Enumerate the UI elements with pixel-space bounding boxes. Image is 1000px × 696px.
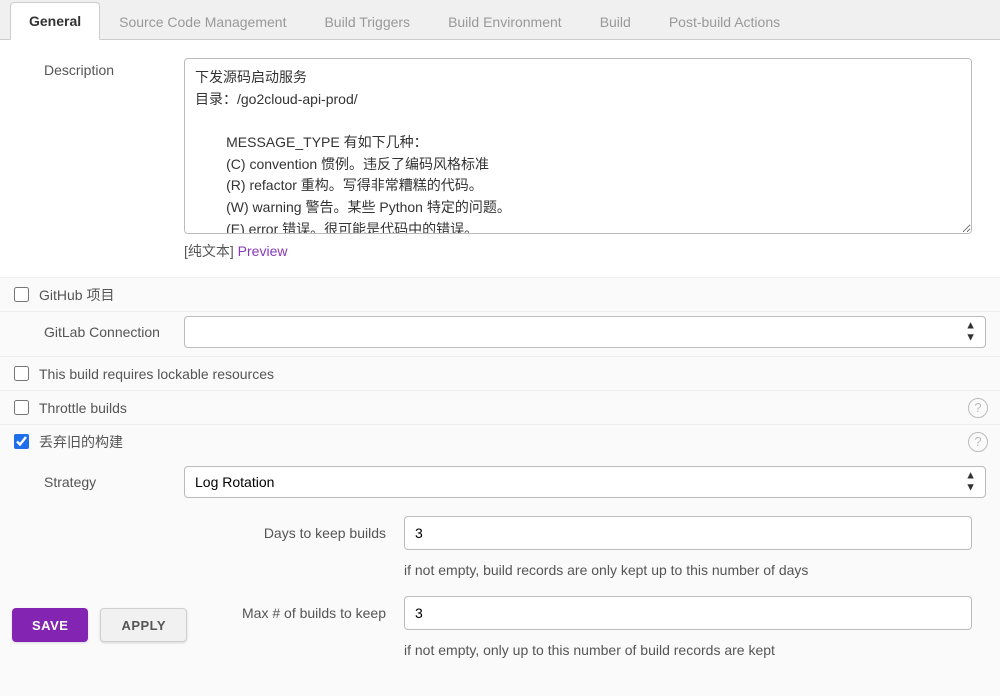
plain-text-label: [纯文本] bbox=[184, 243, 234, 259]
tabs-bar: General Source Code Management Build Tri… bbox=[0, 0, 1000, 40]
gitlab-connection-select[interactable] bbox=[184, 316, 986, 348]
description-label: Description bbox=[14, 58, 184, 78]
max-builds-hint: if not empty, only up to this number of … bbox=[404, 636, 986, 676]
throttle-builds-label[interactable]: Throttle builds bbox=[39, 400, 127, 416]
preview-link[interactable]: Preview bbox=[238, 243, 288, 259]
strategy-section: Strategy Log Rotation ▲▼ Days to keep bu… bbox=[0, 458, 1000, 696]
option-throttle-builds: Throttle builds ? bbox=[0, 390, 1000, 424]
help-icon[interactable]: ? bbox=[968, 432, 988, 452]
lockable-resources-checkbox[interactable] bbox=[14, 366, 29, 381]
option-lockable-resources: This build requires lockable resources bbox=[0, 356, 1000, 390]
tab-build-triggers[interactable]: Build Triggers bbox=[305, 3, 429, 40]
apply-button[interactable]: APPLY bbox=[100, 608, 187, 642]
tab-build[interactable]: Build bbox=[581, 3, 650, 40]
description-textarea[interactable] bbox=[184, 58, 972, 234]
discard-old-builds-label[interactable]: 丢弃旧的构建 bbox=[39, 432, 123, 452]
help-icon[interactable]: ? bbox=[968, 398, 988, 418]
gitlab-connection-label: GitLab Connection bbox=[14, 324, 184, 340]
strategy-select[interactable]: Log Rotation bbox=[184, 466, 986, 498]
option-gitlab-connection: GitLab Connection ▲▼ bbox=[0, 311, 1000, 356]
github-project-checkbox[interactable] bbox=[14, 287, 29, 302]
tab-scm[interactable]: Source Code Management bbox=[100, 3, 305, 40]
footer-buttons: SAVE APPLY bbox=[12, 608, 187, 642]
tab-general[interactable]: General bbox=[10, 2, 100, 40]
tab-post-build[interactable]: Post-build Actions bbox=[650, 3, 799, 40]
option-github-project: GitHub 项目 bbox=[0, 277, 1000, 311]
lockable-resources-label[interactable]: This build requires lockable resources bbox=[39, 366, 274, 382]
general-panel: Description [纯文本] Preview bbox=[0, 40, 1000, 277]
throttle-builds-checkbox[interactable] bbox=[14, 400, 29, 415]
strategy-label: Strategy bbox=[14, 474, 184, 490]
option-discard-old-builds: 丢弃旧的构建 ? bbox=[0, 424, 1000, 458]
days-to-keep-label: Days to keep builds bbox=[204, 525, 404, 541]
save-button[interactable]: SAVE bbox=[12, 608, 88, 642]
github-project-label[interactable]: GitHub 项目 bbox=[39, 285, 114, 305]
max-builds-label: Max # of builds to keep bbox=[204, 605, 404, 621]
days-to-keep-hint: if not empty, build records are only kep… bbox=[404, 556, 986, 596]
tab-build-environment[interactable]: Build Environment bbox=[429, 3, 581, 40]
max-builds-input[interactable] bbox=[404, 596, 972, 630]
discard-old-builds-checkbox[interactable] bbox=[14, 434, 29, 449]
days-to-keep-input[interactable] bbox=[404, 516, 972, 550]
